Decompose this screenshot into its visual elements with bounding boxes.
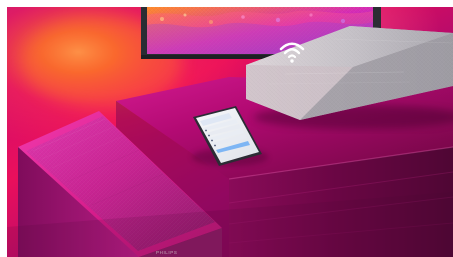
- app-dot-icon: [211, 139, 213, 142]
- photo-frame: PHILIPS: [7, 7, 453, 257]
- app-dot-icon: [214, 144, 216, 147]
- scene-illustration: PHILIPS: [7, 7, 453, 257]
- app-dot-icon: [208, 134, 210, 137]
- app-dot-icon: [205, 129, 207, 132]
